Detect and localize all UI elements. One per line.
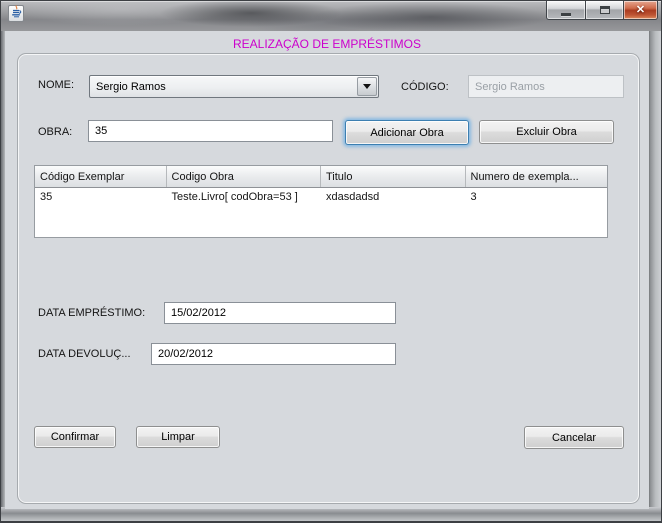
column-header[interactable]: Código Exemplar (35, 166, 167, 187)
minimize-button[interactable] (546, 1, 585, 20)
limpar-button[interactable]: Limpar (136, 426, 220, 448)
minimize-icon (561, 12, 571, 16)
maximize-button[interactable] (585, 1, 624, 20)
confirmar-button[interactable]: Confirmar (34, 426, 116, 448)
java-icon (11, 4, 22, 23)
adicionar-obra-button[interactable]: Adicionar Obra (345, 120, 469, 145)
content-area: REALIZAÇÃO DE EMPRÉSTIMOS NOME: Sergio R… (5, 31, 649, 509)
table-cell: Teste.Livro[ codObra=53 ] (171, 191, 298, 203)
data-devolucao-label: DATA DEVOLUÇ... (38, 348, 131, 360)
table-header-row: Código Exemplar Codigo Obra Titulo Numer… (35, 166, 607, 188)
combobox-dropdown-button[interactable] (357, 77, 377, 96)
codigo-label: CÓDIGO: (401, 81, 449, 93)
nome-label: NOME: (38, 79, 75, 91)
obra-input[interactable]: 35 (88, 120, 333, 142)
window-frame-bottom (1, 507, 661, 522)
window-frame-right (647, 31, 661, 522)
table-cell: xdasdadsd (326, 191, 380, 203)
data-devolucao-input[interactable]: 20/02/2012 (151, 343, 396, 365)
column-header[interactable]: Codigo Obra (167, 166, 321, 187)
window-menu-button[interactable] (8, 4, 24, 23)
column-header[interactable]: Numero de exempla... (466, 166, 608, 187)
table-cell: 3 (470, 191, 477, 203)
emprestimo-items-table[interactable]: Código Exemplar Codigo Obra Titulo Numer… (34, 165, 608, 238)
application-window: ✕ REALIZAÇÃO DE EMPRÉSTIMOS NOME: Sergio… (0, 0, 662, 523)
close-icon: ✕ (635, 3, 646, 16)
data-emprestimo-input[interactable]: 15/02/2012 (164, 302, 396, 324)
window-controls: ✕ (546, 1, 658, 20)
title-bar[interactable]: ✕ (1, 1, 661, 31)
column-header[interactable]: Titulo (321, 166, 466, 187)
codigo-field: Sergio Ramos (468, 75, 624, 98)
close-button[interactable]: ✕ (624, 1, 658, 20)
obra-label: OBRA: (38, 126, 73, 138)
excluir-obra-button[interactable]: Excluir Obra (479, 120, 614, 144)
cancelar-button[interactable]: Cancelar (524, 426, 624, 449)
nome-combobox[interactable]: Sergio Ramos (89, 75, 379, 98)
table-row[interactable]: 35 Teste.Livro[ codObra=53 ] xdasdadsd 3 (35, 188, 607, 206)
chevron-down-icon (363, 84, 371, 89)
nome-combobox-value: Sergio Ramos (96, 80, 166, 93)
maximize-icon (599, 6, 610, 14)
table-cell: 35 (40, 191, 53, 203)
data-emprestimo-label: DATA EMPRÉSTIMO: (38, 307, 146, 319)
page-title: REALIZAÇÃO DE EMPRÉSTIMOS (232, 37, 422, 51)
